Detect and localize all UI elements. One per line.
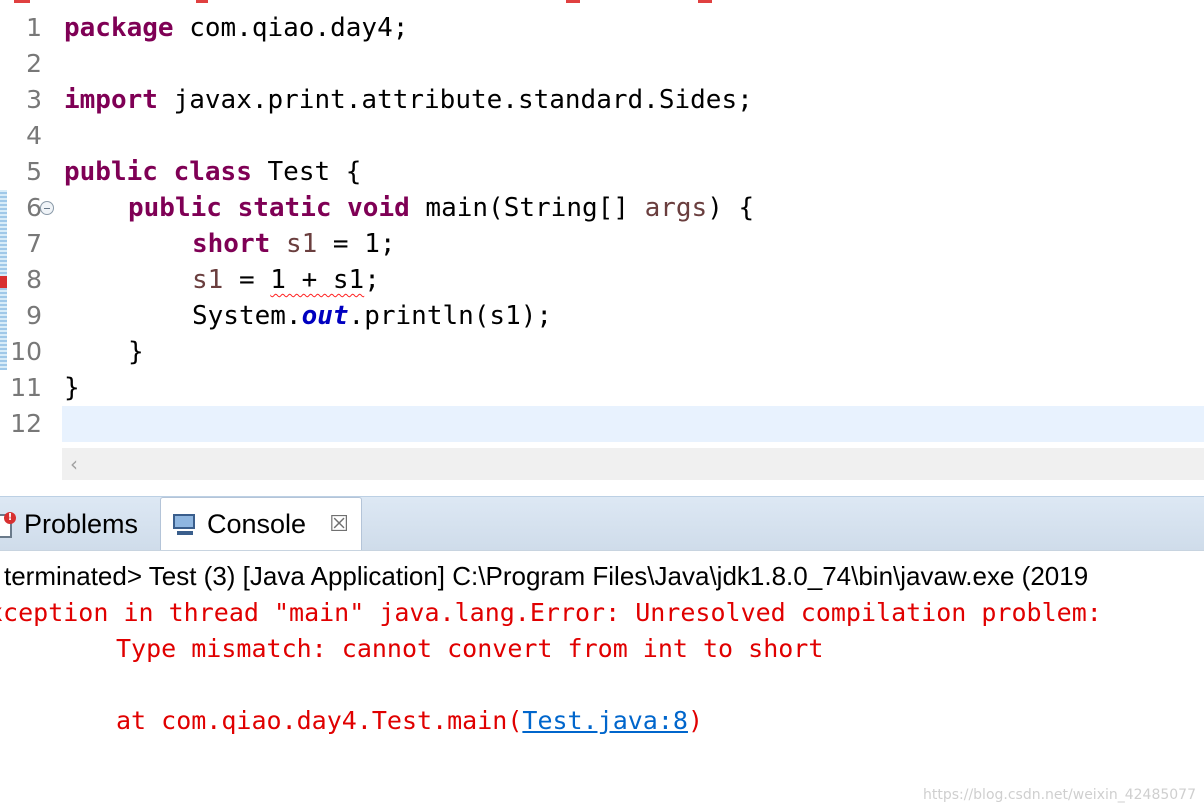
code-text: com.qiao.day4; [173, 13, 409, 43]
scroll-left-arrow-icon[interactable]: ‹ [70, 448, 78, 480]
code-line-9: System.out.println(s1); [192, 298, 552, 334]
console-output[interactable]: terminated> Test (3) [Java Application] … [0, 550, 1204, 809]
code-text: = 1; [317, 229, 396, 259]
horizontal-scrollbar[interactable]: ‹ [62, 448, 1204, 480]
code-text: main(String[] [409, 193, 645, 223]
line-number: 3 [26, 85, 42, 114]
keyword: static [237, 193, 332, 223]
variable-name: s1 [285, 229, 318, 259]
line-number: 9 [26, 301, 42, 330]
keyword: short [192, 229, 271, 259]
code-line-3: import javax.print.attribute.standard.Si… [64, 82, 753, 118]
watermark: https://blog.csdn.net/weixin_42485077 [922, 787, 1196, 803]
line-number: 1 [26, 13, 42, 42]
line-number: 7 [26, 229, 42, 258]
compile-error-expression[interactable]: 1 + s1 [270, 265, 364, 295]
code-line-11: } [64, 373, 80, 403]
line-number: 2 [26, 49, 42, 78]
code-text: ; [364, 265, 380, 295]
current-line-highlight [62, 406, 1204, 442]
variable-name: s1 [192, 265, 224, 295]
source-link[interactable]: Test.java:8 [522, 706, 688, 735]
line-number: 11 [10, 373, 42, 402]
console-header: terminated> Test (3) [Java Application] … [4, 561, 1089, 591]
code-line-6: public static void main(String[] args) { [128, 190, 754, 226]
line-number: 4 [26, 121, 42, 150]
collapse-icon[interactable] [40, 201, 54, 215]
code-line-8: s1 = 1 + s1; [192, 262, 380, 298]
tab-console[interactable]: Console ☒ [160, 497, 362, 551]
code-editor[interactable]: 1 2 3 4 5 6 7 8 9 10 11 12 package com.q… [0, 0, 1204, 488]
code-line-10: } [128, 337, 144, 367]
keyword: public [128, 193, 222, 223]
code-line-5: public class Test { [64, 154, 361, 190]
tab-problems[interactable]: ! Problems [0, 497, 138, 551]
stack-trace-text: at com.qiao.day4.Test.main( [116, 706, 523, 735]
stack-trace-text: ) [687, 706, 704, 735]
keyword: public [64, 157, 158, 187]
keyword: class [173, 157, 252, 187]
code-text: ) { [707, 193, 755, 223]
line-number: 6 [26, 193, 42, 222]
console-icon [173, 513, 199, 536]
close-icon[interactable]: ☒ [329, 512, 349, 537]
tab-console-label: Console [207, 509, 307, 539]
line-number: 8 [26, 265, 42, 294]
code-text: javax.print.attribute.standard.Sides; [157, 85, 753, 115]
code-line-1: package com.qiao.day4; [64, 10, 408, 46]
keyword: package [64, 13, 174, 43]
keyword: import [64, 85, 158, 115]
code-text: System. [192, 301, 302, 331]
line-number: 10 [10, 337, 42, 366]
stack-trace-line: at com.qiao.day4.Test.main(Test.java:8) [116, 703, 703, 739]
code-line-7: short s1 = 1; [192, 226, 396, 262]
code-text: Test { [251, 157, 362, 187]
exception-line: xception in thread "main" java.lang.Erro… [0, 598, 1117, 627]
parameter-name: args [644, 193, 708, 223]
code-text: = [223, 265, 271, 295]
view-tab-bar: ! Problems Console ☒ [0, 496, 1204, 551]
code-text: .println(s1); [348, 301, 553, 331]
line-number: 12 [10, 409, 42, 438]
previous-editor-text-sliver [0, 0, 1204, 8]
static-field: out [301, 301, 349, 331]
problems-icon: ! [0, 512, 16, 538]
keyword: void [347, 193, 410, 223]
line-number: 5 [26, 157, 42, 186]
error-message-line: Type mismatch: cannot convert from int t… [116, 634, 824, 663]
tab-problems-label: Problems [24, 508, 139, 539]
